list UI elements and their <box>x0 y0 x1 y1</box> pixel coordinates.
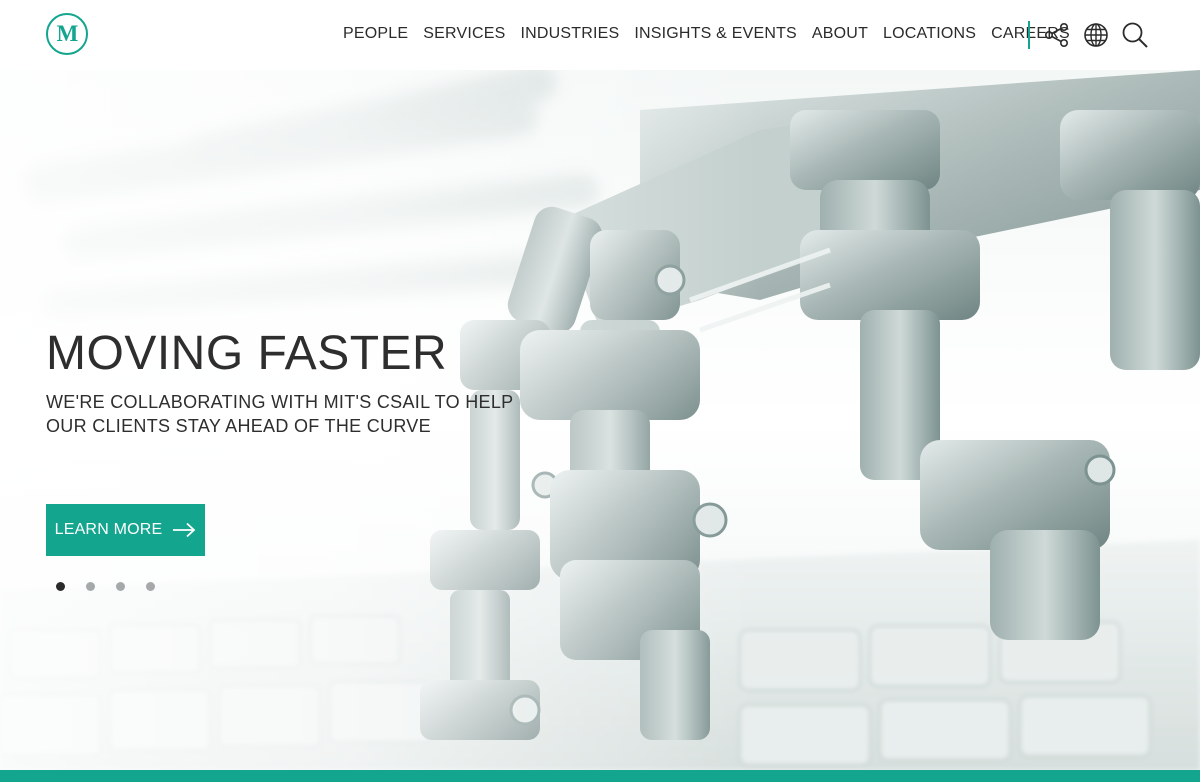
learn-more-label: LEARN MORE <box>54 521 163 538</box>
logo-letter: M <box>56 21 79 46</box>
language-button[interactable] <box>1082 21 1110 49</box>
globe-icon <box>1084 23 1108 47</box>
nav-item-insights-events[interactable]: INSIGHTS & EVENTS <box>634 22 797 46</box>
brand-logo[interactable]: M <box>46 13 88 55</box>
nav-item-people[interactable]: PEOPLE <box>343 22 408 46</box>
site-header: M PEOPLE SERVICES INDUSTRIES INSIGHTS & … <box>0 0 1200 70</box>
hero-title: MOVING FASTER <box>46 327 448 380</box>
main-nav: PEOPLE SERVICES INDUSTRIES INSIGHTS & EV… <box>343 22 1070 46</box>
search-icon <box>1122 22 1148 48</box>
search-button[interactable] <box>1121 21 1149 49</box>
carousel-dot-4[interactable] <box>146 582 155 591</box>
carousel-dots <box>56 582 155 591</box>
hero-carousel: MOVING FASTER WE'RE COLLABORATING WITH M… <box>0 70 1200 770</box>
nav-item-locations[interactable]: LOCATIONS <box>883 22 976 46</box>
learn-more-button[interactable]: LEARN MORE <box>46 504 205 556</box>
arrow-right-icon <box>173 522 196 538</box>
carousel-dot-2[interactable] <box>86 582 95 591</box>
share-button[interactable] <box>1043 21 1071 49</box>
accent-bar <box>0 770 1200 782</box>
share-icon <box>1044 22 1068 47</box>
nav-item-industries[interactable]: INDUSTRIES <box>520 22 619 46</box>
nav-divider <box>1028 21 1030 49</box>
hero-subtitle: WE'RE COLLABORATING WITH MIT'S CSAIL TO … <box>46 392 514 436</box>
carousel-dot-1[interactable] <box>56 582 65 591</box>
page: M PEOPLE SERVICES INDUSTRIES INSIGHTS & … <box>0 0 1200 782</box>
nav-item-services[interactable]: SERVICES <box>423 22 505 46</box>
nav-item-about[interactable]: ABOUT <box>812 22 868 46</box>
carousel-dot-3[interactable] <box>116 582 125 591</box>
